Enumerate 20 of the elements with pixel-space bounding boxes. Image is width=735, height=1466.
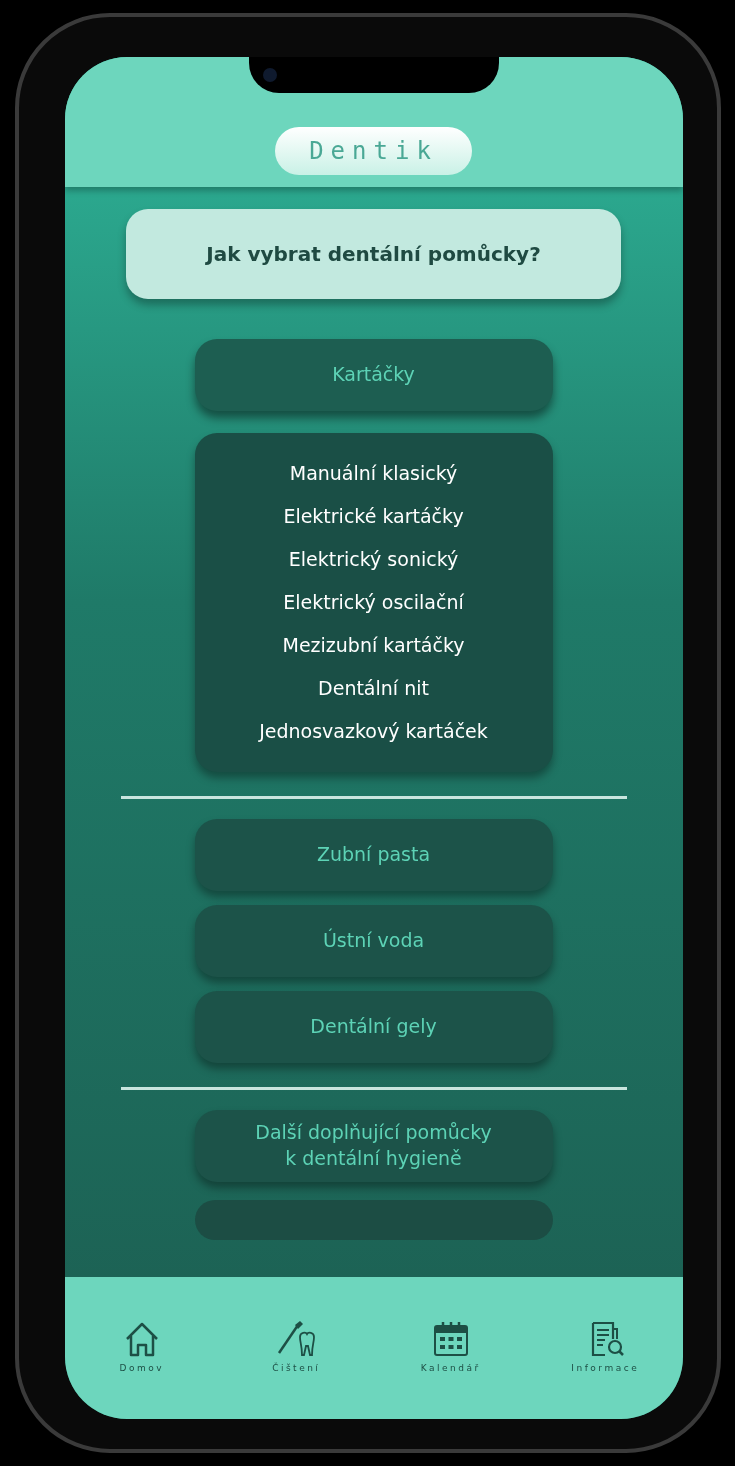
- submenu-item[interactable]: Dentální nit: [318, 670, 429, 707]
- camera-icon: [262, 68, 277, 82]
- submenu-item[interactable]: Elektrický oscilační: [283, 584, 464, 621]
- nav-label[interactable]: Čištení: [272, 1363, 321, 1373]
- category-button[interactable]: Zubní pasta: [194, 819, 553, 891]
- nav-label[interactable]: Kalendář: [420, 1363, 481, 1373]
- submenu-item[interactable]: Jednosvazkový kartáček: [259, 713, 488, 750]
- submenu-item[interactable]: Mezizubní kartáčky: [282, 627, 465, 664]
- submenu-item[interactable]: Elektrický sonický: [288, 541, 459, 578]
- submenu-item[interactable]: Manuální klasický: [289, 455, 458, 492]
- submenu-item[interactable]: Elektrické kartáčky: [283, 498, 464, 535]
- category-button[interactable]: Další doplňující pomůcky k dentální hygieně: [194, 1110, 553, 1182]
- category-button[interactable]: Ústní voda: [194, 905, 553, 977]
- category-button[interactable]: Kartáčky: [194, 339, 553, 411]
- toothbrush-tooth-icon[interactable]: [276, 1319, 317, 1359]
- category-button[interactable]: Dentální gely: [194, 991, 553, 1063]
- app-title: Dentik: [275, 127, 472, 175]
- question-card: Jak vybrat dentální pomůcky?: [126, 209, 621, 299]
- nav-label[interactable]: Informace: [571, 1363, 640, 1373]
- nav-label[interactable]: Domov: [119, 1363, 164, 1373]
